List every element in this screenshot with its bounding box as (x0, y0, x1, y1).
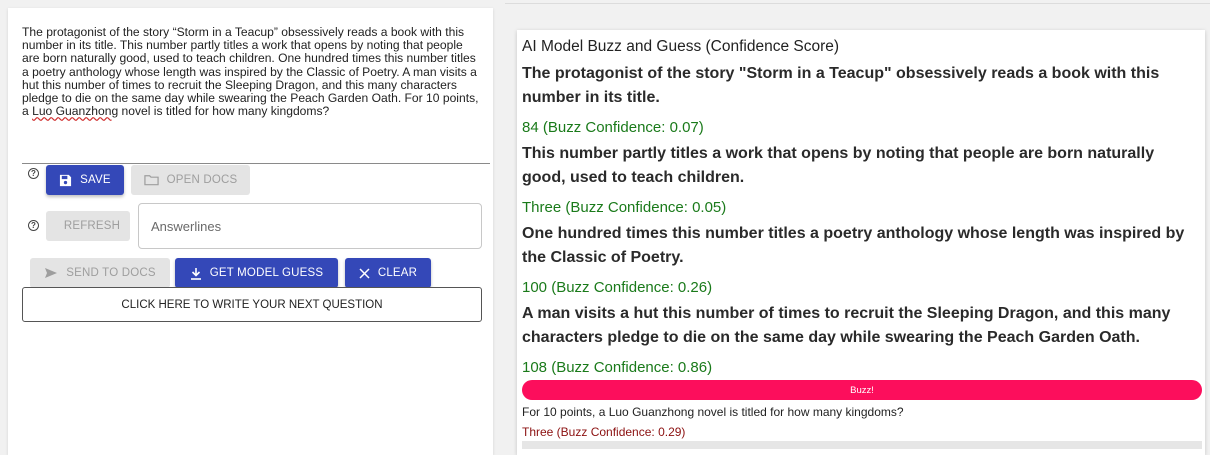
refresh-button[interactable]: Refresh (46, 211, 130, 241)
final-guess: Three (Buzz Confidence: 0.29) (522, 425, 686, 439)
help-icon[interactable]: ? (28, 168, 39, 179)
clue-text: A man visits a hut this number of times … (522, 305, 1171, 346)
answerlines-input[interactable] (138, 203, 482, 249)
help-icon[interactable]: ? (28, 220, 39, 231)
open-docs-button[interactable]: Open Docs (131, 165, 250, 195)
clue-guess: 84 (Buzz Confidence: 0.07) (522, 119, 704, 136)
panel-scrollbar[interactable] (522, 441, 1202, 449)
buzz-indicator: Buzz! (522, 380, 1202, 400)
final-clue-text: For 10 points, a Luo Guanzhong novel is … (522, 405, 904, 419)
clue-guess: Three (Buzz Confidence: 0.05) (522, 199, 727, 216)
folder-icon (143, 175, 159, 186)
refresh-button-label: Refresh (63, 220, 121, 232)
clear-button[interactable]: Clear (345, 258, 431, 288)
clue-guess: 108 (Buzz Confidence: 0.86) (522, 359, 713, 376)
clue-text: One hundred times this number titles a p… (522, 225, 1185, 266)
question-text[interactable]: The protagonist of the story “Storm in a… (22, 25, 482, 119)
get-model-guess-button[interactable]: Get Model Guess (175, 258, 338, 288)
open-docs-button-label: Open Docs (166, 174, 238, 186)
question-text-end: novel is titled for how many kingdoms? (118, 104, 330, 119)
question-editor-panel: The protagonist of the story “Storm in a… (8, 8, 493, 455)
floppy-disk-icon (60, 174, 72, 186)
clear-button-label: Clear (377, 267, 418, 279)
clue-text: This number partly titles a work that op… (522, 145, 1155, 186)
get-model-guess-button-label: Get Model Guess (209, 267, 324, 279)
editor-divider (22, 163, 490, 164)
send-icon (45, 268, 58, 278)
top-rule (505, 3, 1210, 4)
send-to-docs-button[interactable]: Send to Docs (30, 258, 170, 288)
close-icon (359, 267, 370, 279)
save-button-label: Save (80, 174, 111, 186)
write-next-question-button[interactable]: Click here to write your next question (22, 287, 482, 322)
question-text-spellcheck: Luo Guanzhong (32, 104, 119, 119)
clue-guess: 100 (Buzz Confidence: 0.26) (522, 279, 713, 296)
save-button[interactable]: Save (46, 165, 124, 195)
send-to-docs-button-label: Send to Docs (66, 267, 156, 279)
download-icon (190, 267, 201, 280)
model-guess-panel: AI Model Buzz and Guess (Confidence Scor… (517, 30, 1205, 455)
model-panel-title: AI Model Buzz and Guess (Confidence Scor… (522, 38, 840, 55)
clue-text: The protagonist of the story "Storm in a… (522, 65, 1160, 106)
